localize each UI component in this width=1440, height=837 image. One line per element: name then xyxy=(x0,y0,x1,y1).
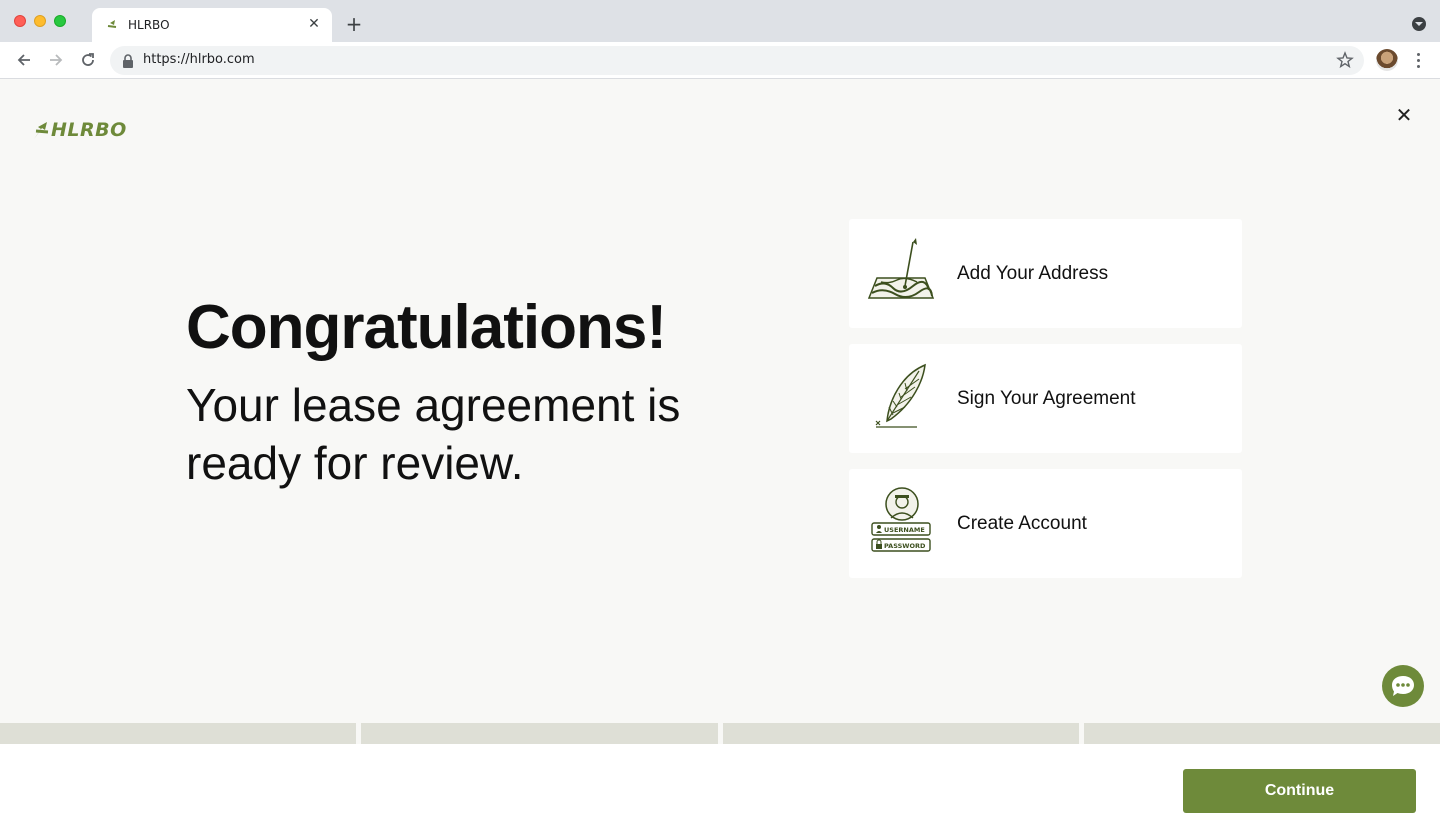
reload-icon[interactable] xyxy=(78,50,98,70)
progress-bar xyxy=(0,723,1440,744)
quill-pen-icon xyxy=(875,363,926,428)
window-zoom-button[interactable] xyxy=(54,15,66,27)
hlrbo-logo-icon xyxy=(34,122,49,139)
page: HLRBO ✕ Congratulations! Your lease agre… xyxy=(0,79,1440,837)
browser-tab-strip: HLRBO ✕ + xyxy=(0,0,1440,42)
continue-button[interactable]: Continue xyxy=(1183,769,1416,813)
new-tab-button[interactable]: + xyxy=(344,14,364,34)
window-minimize-button[interactable] xyxy=(34,15,46,27)
window-close-button[interactable] xyxy=(14,15,26,27)
username-icon-label: USERNAME xyxy=(884,526,925,534)
progress-segment xyxy=(722,723,1079,744)
url-text: https://hlrbo.com xyxy=(143,52,255,67)
browser-toolbar: https://hlrbo.com xyxy=(0,42,1440,79)
tab-search-icon[interactable] xyxy=(1412,17,1426,31)
chat-bubble-icon xyxy=(1392,676,1414,696)
page-subtitle: Your lease agreement is ready for review… xyxy=(186,379,681,489)
footer-bar: Continue xyxy=(0,744,1440,837)
tab-title: HLRBO xyxy=(128,18,170,32)
forward-arrow-icon[interactable] xyxy=(46,50,66,70)
bookmark-star-icon[interactable] xyxy=(1336,51,1354,69)
chat-button[interactable] xyxy=(1382,665,1424,707)
profile-avatar[interactable] xyxy=(1376,49,1398,71)
step-card-add-address[interactable]: Add Your Address xyxy=(849,219,1242,328)
tab-close-icon[interactable]: ✕ xyxy=(306,16,322,32)
hlrbo-favicon-icon xyxy=(106,20,117,32)
step-label: Create Account xyxy=(957,513,1087,534)
password-icon-label: PASSWORD xyxy=(884,542,926,550)
account-credentials-icon: USERNAME PASSWORD xyxy=(871,487,931,552)
step-label: Sign Your Agreement xyxy=(957,388,1136,409)
lock-icon xyxy=(123,54,133,68)
step-label: Add Your Address xyxy=(957,263,1109,284)
progress-segment xyxy=(0,723,357,744)
map-pin-icon xyxy=(867,238,935,299)
progress-segment xyxy=(361,723,718,744)
browser-menu-icon[interactable] xyxy=(1410,50,1426,70)
browser-tab[interactable]: HLRBO ✕ xyxy=(92,8,332,42)
page-title: Congratulations! xyxy=(186,293,667,362)
close-icon[interactable]: ✕ xyxy=(1394,105,1414,125)
back-arrow-icon[interactable] xyxy=(14,50,34,70)
progress-segment xyxy=(1083,723,1440,744)
step-card-sign-agreement[interactable]: Sign Your Agreement xyxy=(849,344,1242,453)
step-card-create-account[interactable]: USERNAME PASSWORD Create Account xyxy=(849,469,1242,578)
hlrbo-logo: HLRBO xyxy=(33,119,127,141)
address-bar[interactable]: https://hlrbo.com xyxy=(110,46,1364,75)
logo-text: HLRBO xyxy=(51,119,127,141)
